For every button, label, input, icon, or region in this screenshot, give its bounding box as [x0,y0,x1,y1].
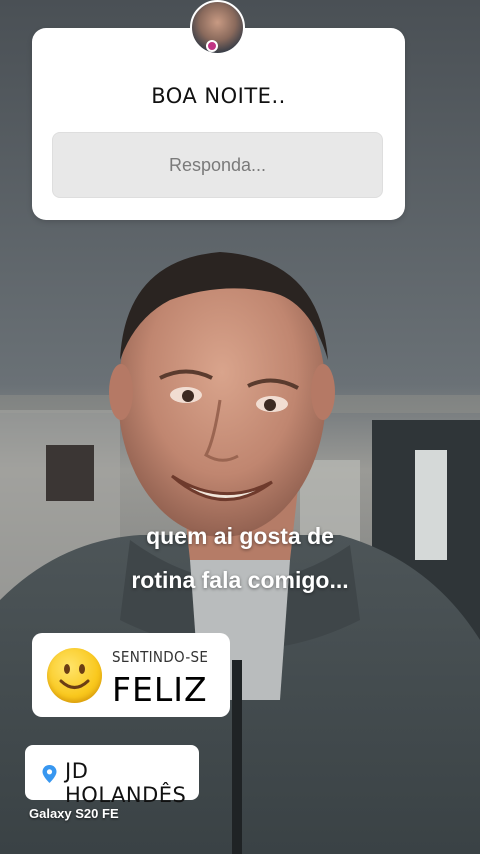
location-sticker[interactable]: JD HOLANDÊS [25,745,199,807]
location-name: JD HOLANDÊS [65,759,187,807]
story-view[interactable]: BOA NOITE.. Responda... quem ai gosta de… [0,0,480,854]
question-sticker[interactable]: BOA NOITE.. Responda... [32,28,405,220]
location-pin-icon [42,765,57,783]
smiley-face-icon [47,648,102,703]
avatar-badge-icon [206,40,218,52]
answer-placeholder: Responda... [168,154,267,175]
feeling-value: FELIZ [112,670,208,709]
story-caption: quem ai gosta de rotina fala comigo... [0,514,480,602]
question-text: BOA NOITE.. [151,84,286,108]
caption-line: quem ai gosta de [146,523,334,549]
feeling-sticker[interactable]: SENTINDO-SE FELIZ [32,633,230,717]
device-watermark: Galaxy S20 FE [29,806,119,821]
answer-input[interactable]: Responda... [52,132,383,198]
feeling-label: SENTINDO-SE [112,648,209,666]
caption-line: rotina fala comigo... [131,567,349,593]
